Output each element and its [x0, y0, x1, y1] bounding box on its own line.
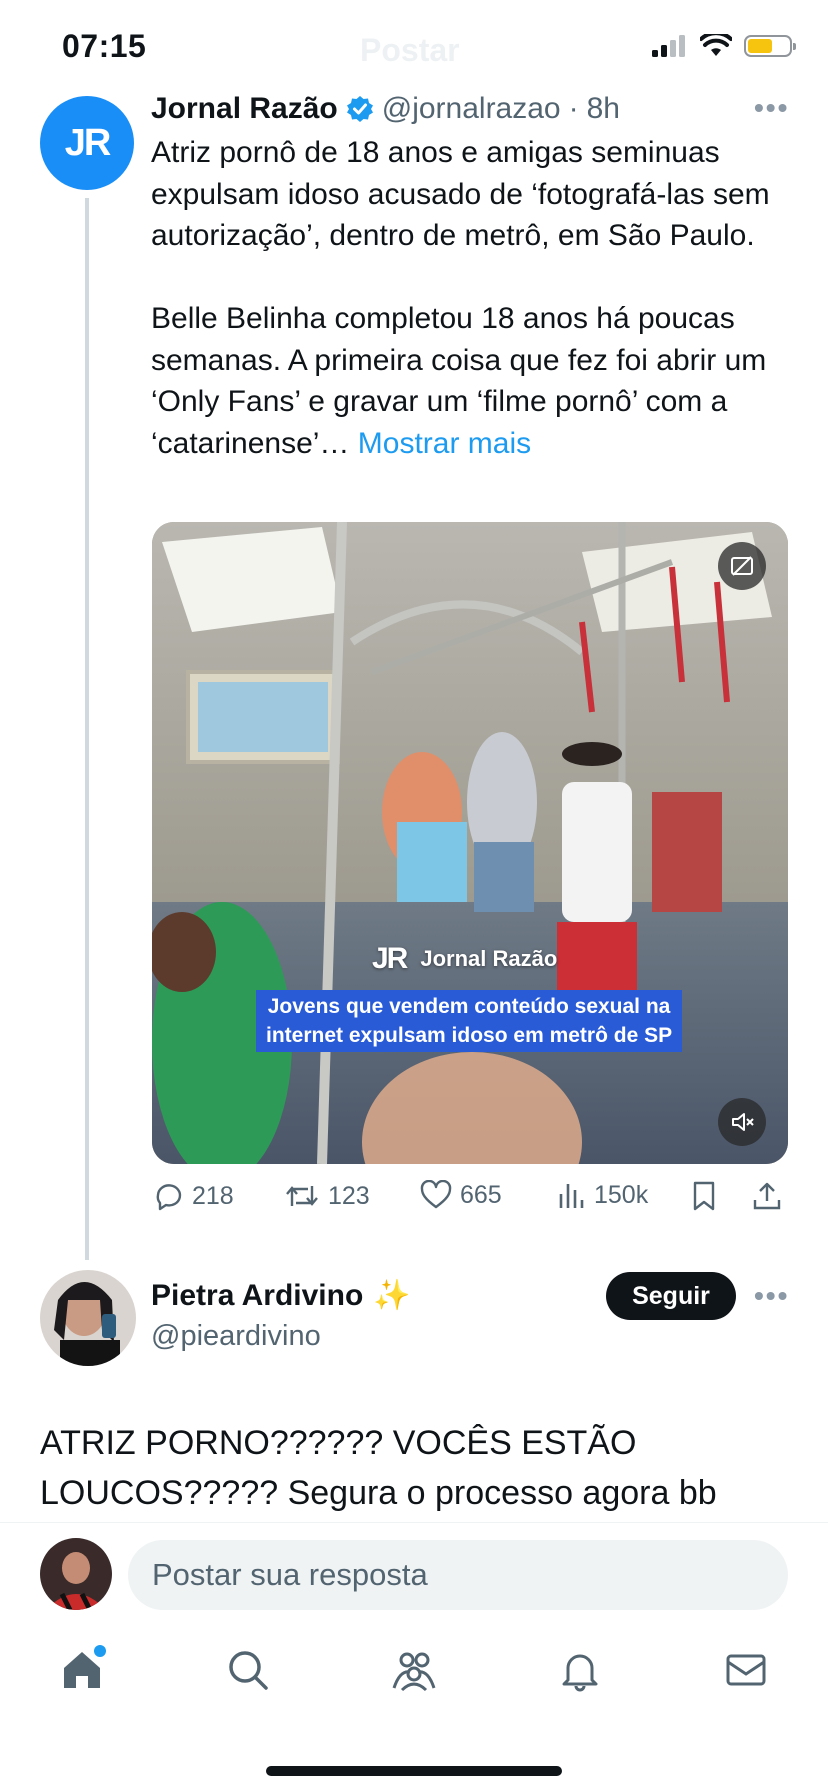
video-caption-line-1: Jovens que vendem conteúdo sexual na: [267, 995, 671, 1018]
video-caption-line-2: internet expulsam idoso em metrô de SP: [266, 1024, 673, 1047]
communities-icon: [392, 1652, 436, 1692]
mute-icon[interactable]: [718, 1098, 766, 1146]
header-title-faded: Postar: [360, 32, 460, 68]
repost-icon: [286, 1186, 318, 1206]
tweet-video[interactable]: JR Jornal Razão Jovens que vendem conteú…: [152, 522, 788, 1164]
content-warning-icon[interactable]: [718, 542, 766, 590]
status-time: 07:15: [62, 28, 147, 64]
video-frame: [152, 522, 788, 1164]
author-avatar[interactable]: JR: [40, 96, 134, 190]
video-brand: JR Jornal Razão: [372, 942, 557, 976]
like-count: 665: [460, 1180, 502, 1209]
home-indicator[interactable]: [266, 1766, 562, 1776]
reply-author-handle[interactable]: @pieardivino: [151, 1320, 321, 1353]
reply-icon: [156, 1184, 182, 1211]
tweet-text: Atriz pornô de 18 anos e amigas seminuas…: [151, 132, 791, 464]
share-button[interactable]: [752, 1180, 782, 1212]
more-options-icon[interactable]: •••: [754, 92, 789, 124]
tweet-paragraph-1: Atriz pornô de 18 anos e amigas seminuas…: [151, 136, 770, 252]
compose-divider: [0, 1522, 828, 1523]
notifications-icon: [562, 1654, 598, 1692]
reply-author-name-row: Pietra Ardivino ✨: [151, 1278, 411, 1313]
messages-icon: [726, 1654, 766, 1686]
status-icons: [652, 34, 796, 58]
show-more-link[interactable]: Mostrar mais: [358, 427, 531, 460]
tweet-header: Jornal Razão @jornalrazao · 8h: [151, 92, 620, 126]
current-user-avatar[interactable]: [40, 1538, 112, 1610]
reply-text: ATRIZ PORNO?????? VOCÊS ESTÃO LOUCOS????…: [40, 1424, 717, 1512]
battery-icon: [744, 35, 796, 57]
wifi-icon: [700, 34, 732, 56]
reply-author-avatar[interactable]: [40, 1270, 136, 1366]
heart-icon: [420, 1180, 452, 1209]
reply-author-name[interactable]: Pietra Ardivino: [151, 1279, 363, 1313]
author-handle[interactable]: @jornalrazao: [382, 92, 561, 126]
video-brand-logo: JR: [372, 942, 408, 975]
tab-notifications[interactable]: [550, 1640, 610, 1700]
time-separator: ·: [568, 92, 579, 125]
views-count: 150k: [594, 1180, 649, 1209]
share-icon: [753, 1182, 781, 1210]
tab-bar: [0, 1640, 828, 1710]
sparkles-emoji: ✨: [373, 1279, 411, 1312]
follow-button[interactable]: Seguir: [606, 1272, 736, 1320]
search-icon: [229, 1651, 268, 1690]
bookmark-icon: [693, 1181, 715, 1211]
video-caption: Jovens que vendem conteúdo sexual na int…: [256, 990, 683, 1052]
views-icon: [559, 1184, 584, 1208]
reply-count: 218: [192, 1181, 234, 1210]
bookmark-button[interactable]: [690, 1180, 718, 1212]
views-button[interactable]: 150k: [556, 1180, 648, 1210]
home-notification-dot: [94, 1645, 106, 1657]
tweet-time[interactable]: 8h: [587, 92, 620, 126]
repost-button[interactable]: 123: [284, 1180, 370, 1212]
tab-communities[interactable]: [384, 1640, 444, 1700]
reply-input[interactable]: Postar sua resposta: [128, 1540, 788, 1610]
reply-button[interactable]: 218: [152, 1180, 234, 1212]
thread-line: [85, 198, 89, 1260]
tweet-paragraph-2: Belle Belinha completou 18 anos há pouca…: [151, 298, 791, 464]
repost-count: 123: [328, 1181, 370, 1210]
tab-messages[interactable]: [716, 1640, 776, 1700]
tweet-actions: 218 123 665 150k: [152, 1180, 792, 1224]
verified-badge-icon: [346, 96, 373, 122]
author-name[interactable]: Jornal Razão: [151, 92, 338, 126]
reply-more-options-icon[interactable]: •••: [754, 1280, 789, 1312]
like-button[interactable]: 665: [420, 1180, 502, 1210]
signal-icon: [652, 35, 685, 57]
video-brand-name: Jornal Razão: [420, 946, 558, 971]
tab-search[interactable]: [218, 1640, 278, 1700]
